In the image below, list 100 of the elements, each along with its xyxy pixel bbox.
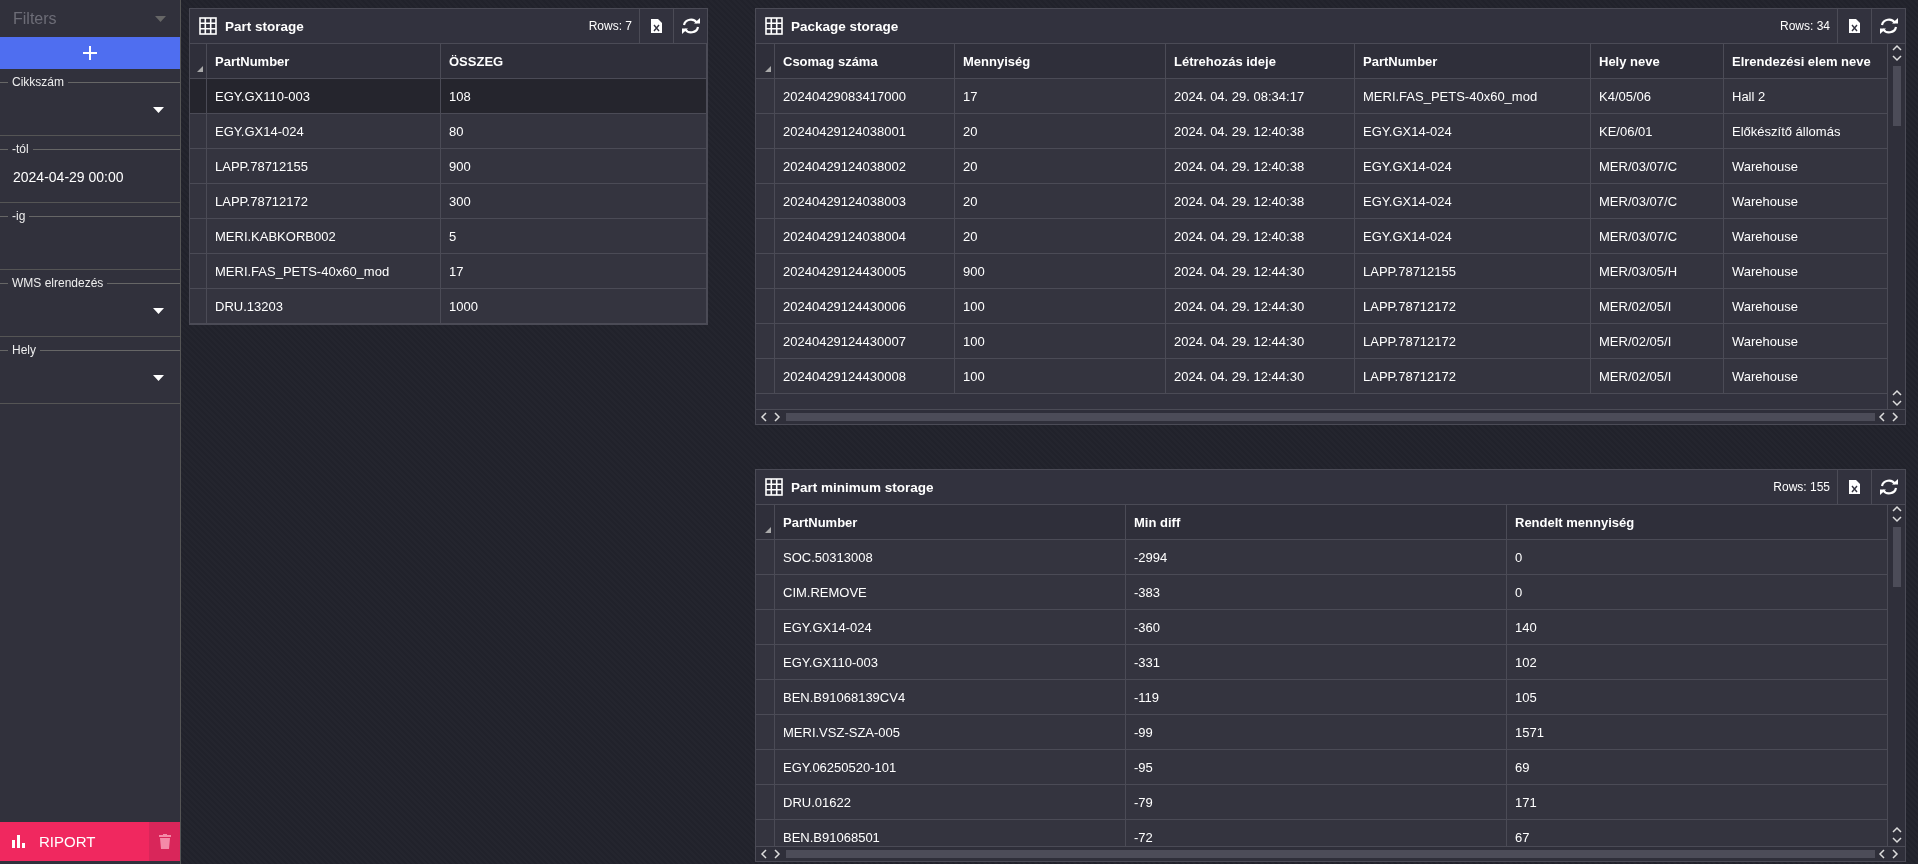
filters-title: Filters — [13, 9, 57, 28]
refresh-icon — [1878, 478, 1899, 496]
chevron-right-icon[interactable] — [773, 412, 783, 422]
table-cell: 2024. 04. 29. 12:44:30 — [1166, 359, 1355, 393]
chevron-right-icon[interactable] — [1891, 412, 1901, 422]
dropdown-caret-icon — [155, 15, 166, 22]
table-row[interactable]: EGY.GX14-024 80 — [190, 114, 707, 149]
table-cell: 17 — [955, 79, 1166, 113]
dropdown-caret-icon — [153, 375, 164, 381]
chevron-right-icon[interactable] — [1891, 849, 1901, 859]
table-cell: 900 — [955, 254, 1166, 288]
table-cell: MER/03/07/C — [1591, 219, 1724, 253]
report-button[interactable]: RIPORT — [0, 822, 149, 861]
chevron-right-icon[interactable] — [773, 849, 783, 859]
table-cell: DRU.01622 — [775, 785, 1126, 819]
table-row[interactable]: LAPP.78712155 900 — [190, 149, 707, 184]
table-cell: 20240429124430005 — [775, 254, 955, 288]
column-header[interactable]: PartNumber — [775, 505, 1126, 539]
chevron-left-icon[interactable] — [1878, 412, 1888, 422]
field-label: Cikkszám — [11, 76, 65, 88]
table-row[interactable]: DRU.13203 1000 — [190, 289, 707, 324]
chevron-left-icon[interactable] — [760, 412, 770, 422]
table-row[interactable]: EGY.GX110-003 108 — [190, 79, 707, 114]
table-cell: EGY.GX14-024 — [775, 610, 1126, 644]
row-count: Rows: 155 — [1773, 480, 1831, 494]
table-cell: MERI.FAS_PETS-40x60_mod — [207, 254, 441, 288]
chevron-down-icon[interactable] — [1891, 54, 1902, 64]
table-row[interactable]: LAPP.78712172 300 — [190, 184, 707, 219]
table-cell: EGY.GX14-024 — [1355, 114, 1591, 148]
field-label: -ig — [11, 210, 27, 222]
table-cell: EGY.GX14-024 — [1355, 149, 1591, 183]
excel-file-icon — [651, 19, 662, 33]
table-cell: EGY.06250520-101 — [775, 750, 1126, 784]
table-row[interactable]: MERI.KABKORB002 5 — [190, 219, 707, 254]
table-cell: MER/03/07/C — [1591, 149, 1724, 183]
excel-file-icon — [1849, 19, 1860, 33]
table-cell: MER/03/07/C — [1591, 184, 1724, 218]
table-cell: 1000 — [441, 289, 707, 323]
chevron-left-icon[interactable] — [760, 849, 770, 859]
chevron-down-icon[interactable] — [1891, 515, 1902, 525]
panel-title: Package storage — [791, 18, 900, 34]
vertical-scrollbar[interactable] — [1887, 44, 1905, 409]
vertical-scrollbar[interactable] — [1887, 505, 1905, 846]
table-cell: DRU.13203 — [207, 289, 441, 323]
table-cell: 2024. 04. 29. 12:44:30 — [1166, 254, 1355, 288]
table-cell: 20240429083417000 — [775, 79, 955, 113]
column-header[interactable]: PartNumber — [207, 44, 441, 78]
table-cell: MER/02/05/I — [1591, 324, 1724, 358]
table-cell: BEN.B91068139CV4 — [775, 680, 1126, 714]
table-cell: 20 — [955, 114, 1166, 148]
date-field[interactable]: 2024-04-29 00:00 — [0, 155, 180, 199]
scroll-thumb[interactable] — [1892, 527, 1901, 587]
panel-title: Part storage — [225, 18, 305, 34]
table-cell: MERI.FAS_PETS-40x60_mod — [1355, 79, 1591, 113]
chevron-left-icon[interactable] — [1878, 849, 1888, 859]
table-cell: LAPP.78712172 — [1355, 324, 1591, 358]
refresh-icon — [680, 17, 701, 35]
table-cell: -331 — [1126, 645, 1507, 679]
table-cell: LAPP.78712172 — [207, 184, 441, 218]
column-header[interactable]: Min diff — [1126, 505, 1507, 539]
corner-triangle-icon — [765, 66, 771, 72]
column-header[interactable]: Mennyiség — [955, 44, 1166, 78]
column-header[interactable]: Létrehozás ideje — [1166, 44, 1355, 78]
scroll-thumb[interactable] — [1892, 66, 1901, 126]
table-cell: EGY.GX14-024 — [1355, 219, 1591, 253]
table-cell: KE/06/01 — [1591, 114, 1724, 148]
column-header[interactable]: PartNumber — [1355, 44, 1591, 78]
table-cell: MERI.VSZ-SZA-005 — [775, 715, 1126, 749]
table-cell: 20240429124038002 — [775, 149, 955, 183]
field-label: Hely — [11, 344, 37, 356]
chevron-down-icon[interactable] — [1891, 836, 1902, 846]
chevron-down-icon[interactable] — [1891, 399, 1902, 409]
table-cell: -2994 — [1126, 540, 1507, 574]
column-header[interactable]: ÖSSZEG — [441, 44, 707, 78]
refresh-icon — [1878, 17, 1899, 35]
table-cell: K4/05/06 — [1591, 79, 1724, 113]
table-cell: 5 — [441, 219, 707, 253]
column-header[interactable]: Csomag száma — [775, 44, 955, 78]
table-row[interactable]: MERI.FAS_PETS-40x60_mod 17 — [190, 254, 707, 289]
table-cell: -383 — [1126, 575, 1507, 609]
dropdown-caret-icon — [153, 308, 164, 314]
table-cell: -119 — [1126, 680, 1507, 714]
horizontal-scrollbar[interactable] — [756, 409, 1905, 424]
table-cell: 2024. 04. 29. 12:40:38 — [1166, 184, 1355, 218]
table-cell: SOC.50313008 — [775, 540, 1126, 574]
table-cell: -360 — [1126, 610, 1507, 644]
field-label: WMS elrendezés — [11, 277, 105, 289]
panel-title: Part minimum storage — [791, 479, 935, 495]
table-cell: EGY.GX14-024 — [207, 114, 441, 148]
table-cell: 2024. 04. 29. 12:40:38 — [1166, 219, 1355, 253]
table-cell: 2024. 04. 29. 12:44:30 — [1166, 324, 1355, 358]
table-cell: LAPP.78712155 — [207, 149, 441, 183]
horizontal-scrollbar[interactable] — [756, 846, 1905, 861]
column-header[interactable]: Hely neve — [1591, 44, 1724, 78]
table-cell: LAPP.78712172 — [1355, 359, 1591, 393]
table-cell: 100 — [955, 359, 1166, 393]
table-cell: 80 — [441, 114, 707, 148]
table-cell: 20 — [955, 219, 1166, 253]
table-cell: 20240429124430007 — [775, 324, 955, 358]
table-cell: CIM.REMOVE — [775, 575, 1126, 609]
